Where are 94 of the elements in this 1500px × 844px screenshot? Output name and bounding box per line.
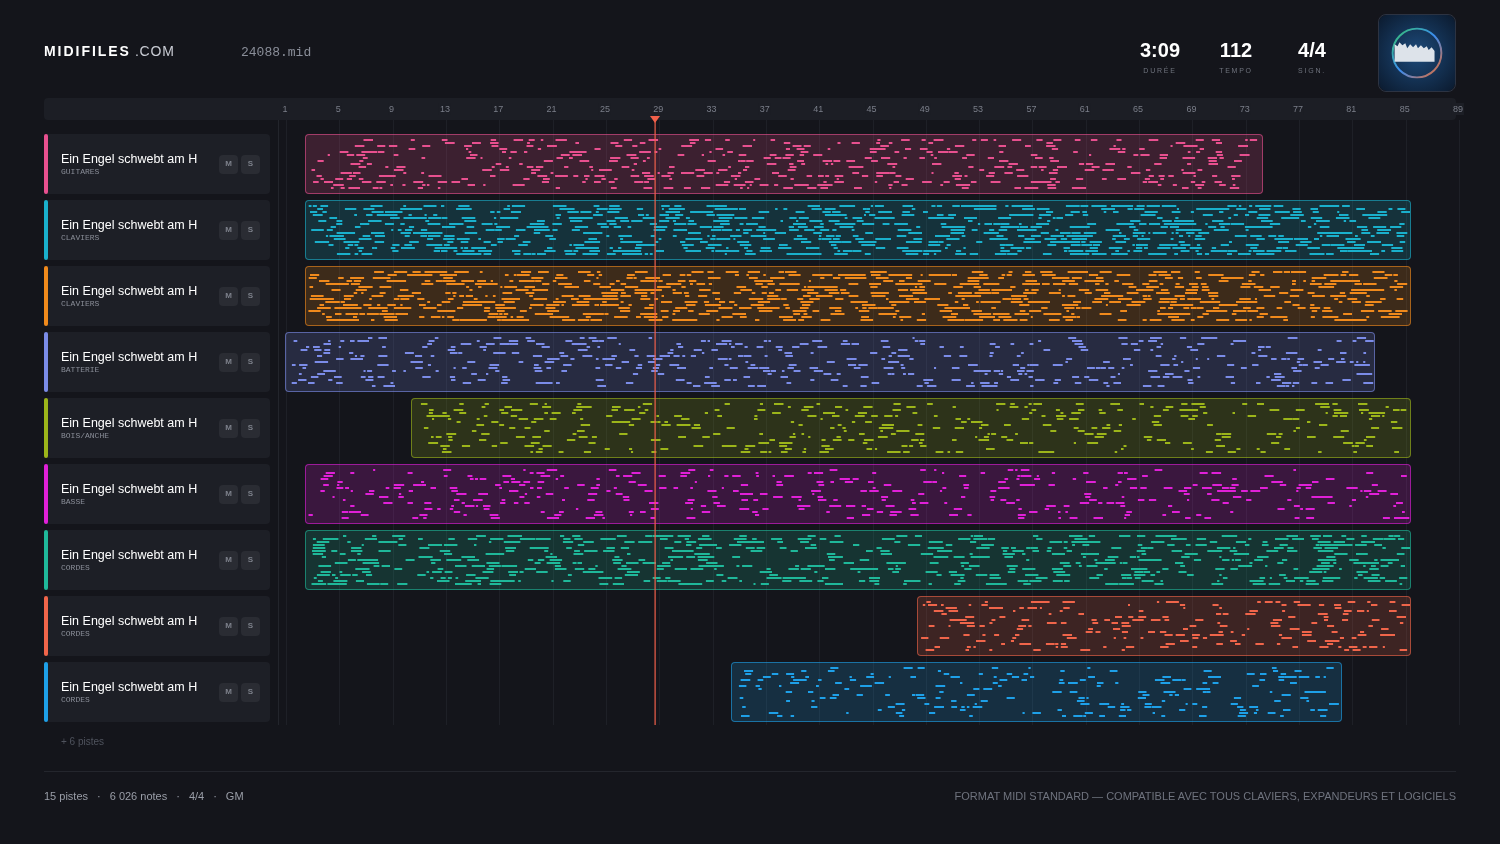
track-category: BASSE [61, 497, 86, 507]
track-clip[interactable] [731, 662, 1342, 722]
bar-number: 9 [388, 103, 396, 115]
solo-button[interactable]: S [241, 286, 260, 306]
track-category: BATTERIE [61, 365, 101, 375]
site-logo[interactable]: MIDIFILES [44, 41, 131, 62]
separator-dot: · [176, 789, 180, 804]
track-header[interactable]: Ein Engel schwebt am H BATTERIE M S [44, 332, 270, 392]
mute-button[interactable]: M [219, 550, 238, 570]
format-note: FORMAT MIDI STANDARD — COMPATIBLE AVEC TOUS CLAVIERS, EXPANDEURS ET LOGICIELS [954, 789, 1456, 804]
mute-button[interactable]: M [219, 286, 238, 306]
track-header[interactable]: Ein Engel schwebt am H CLAVIERS M S [44, 200, 270, 260]
bar-number: 1 [281, 103, 289, 115]
bar-number: 89 [1452, 103, 1464, 115]
track-name: Ein Engel schwebt am H [61, 415, 199, 431]
bar-number: 17 [492, 103, 505, 115]
track-clip[interactable] [305, 200, 1411, 260]
bar-number: 77 [1292, 103, 1305, 115]
separator-dot: · [213, 789, 217, 804]
stat-value: 3:09 [1140, 38, 1180, 63]
track-clip[interactable] [305, 530, 1411, 590]
solo-button[interactable]: S [241, 682, 260, 702]
track-name: Ein Engel schwebt am H [61, 547, 199, 563]
track-header[interactable]: Ein Engel schwebt am H BOIS/ANCHE M S [44, 398, 270, 458]
track-clip[interactable] [411, 398, 1411, 458]
track-clip[interactable] [285, 332, 1375, 392]
bar-number: 65 [1132, 103, 1145, 115]
mute-button[interactable]: M [219, 418, 238, 438]
stat-value: 112 [1219, 38, 1253, 63]
bar-number: 41 [812, 103, 825, 115]
bar-number: 21 [545, 103, 558, 115]
track-name: Ein Engel schwebt am H [61, 613, 199, 629]
more-tracks-label[interactable]: + 6 pistes [61, 734, 1456, 749]
footer-stat: 15 pistes [44, 789, 89, 804]
track-name: Ein Engel schwebt am H [61, 283, 199, 299]
bar-number: 61 [1078, 103, 1091, 115]
playhead[interactable] [649, 116, 661, 725]
mute-button[interactable]: M [219, 616, 238, 636]
footer-stat: GM [225, 789, 244, 804]
track-category: GUITARES [61, 167, 101, 177]
bar-number: 49 [918, 103, 931, 115]
track-category: CLAVIERS [61, 233, 101, 243]
track-name: Ein Engel schwebt am H [61, 679, 199, 695]
track-name: Ein Engel schwebt am H [61, 481, 199, 497]
bar-number: 5 [334, 103, 342, 115]
stat-value: 4/4 [1298, 38, 1326, 63]
track-clip[interactable] [305, 134, 1263, 194]
separator-dot: · [97, 789, 101, 804]
bar-number: 33 [705, 103, 718, 115]
bar-number: 85 [1398, 103, 1411, 115]
track-header[interactable]: Ein Engel schwebt am H CORDES M S [44, 530, 270, 590]
track-header[interactable]: Ein Engel schwebt am H BASSE M S [44, 464, 270, 524]
bar-number: 53 [972, 103, 985, 115]
track-header[interactable]: Ein Engel schwebt am H CORDES M S [44, 662, 270, 722]
solo-button[interactable]: S [241, 616, 260, 636]
bar-number: 13 [438, 103, 451, 115]
mute-button[interactable]: M [219, 682, 238, 702]
track-name: Ein Engel schwebt am H [61, 217, 199, 233]
track-category: CLAVIERS [61, 299, 101, 309]
bar-number: 25 [598, 103, 611, 115]
bar-number: 45 [865, 103, 878, 115]
track-clip[interactable] [305, 464, 1411, 524]
bar-number: 73 [1238, 103, 1251, 115]
bar-number: 29 [652, 103, 665, 115]
solo-button[interactable]: S [241, 154, 260, 174]
bar-number: 81 [1345, 103, 1358, 115]
site-logo-suffix: .COM [134, 42, 175, 61]
track-category: BOIS/ANCHE [61, 431, 110, 441]
track-header[interactable]: Ein Engel schwebt am H CLAVIERS M S [44, 266, 270, 326]
track-header[interactable]: Ein Engel schwebt am H CORDES M S [44, 596, 270, 656]
footer-stat: 4/4 [188, 789, 205, 804]
mute-button[interactable]: M [219, 154, 238, 174]
solo-button[interactable]: S [241, 220, 260, 240]
file-name: 24088.mid [241, 44, 312, 62]
mute-button[interactable]: M [219, 352, 238, 372]
track-category: CORDES [61, 629, 91, 639]
track-clip[interactable] [917, 596, 1411, 656]
footer-stat: 6 026 notes [109, 789, 168, 804]
mute-button[interactable]: M [219, 220, 238, 240]
waveform-logo-icon [1378, 14, 1456, 92]
bar-number: 57 [1025, 103, 1038, 115]
mute-button[interactable]: M [219, 484, 238, 504]
solo-button[interactable]: S [241, 352, 260, 372]
track-name: Ein Engel schwebt am H [61, 151, 199, 167]
bar-number: 69 [1185, 103, 1198, 115]
track-category: CORDES [61, 695, 91, 705]
solo-button[interactable]: S [241, 484, 260, 504]
track-header[interactable]: Ein Engel schwebt am H GUITARES M S [44, 134, 270, 194]
solo-button[interactable]: S [241, 418, 260, 438]
track-name: Ein Engel schwebt am H [61, 349, 199, 365]
bar-number: 37 [758, 103, 771, 115]
track-category: CORDES [61, 563, 91, 573]
track-clip[interactable] [305, 266, 1411, 326]
solo-button[interactable]: S [241, 550, 260, 570]
